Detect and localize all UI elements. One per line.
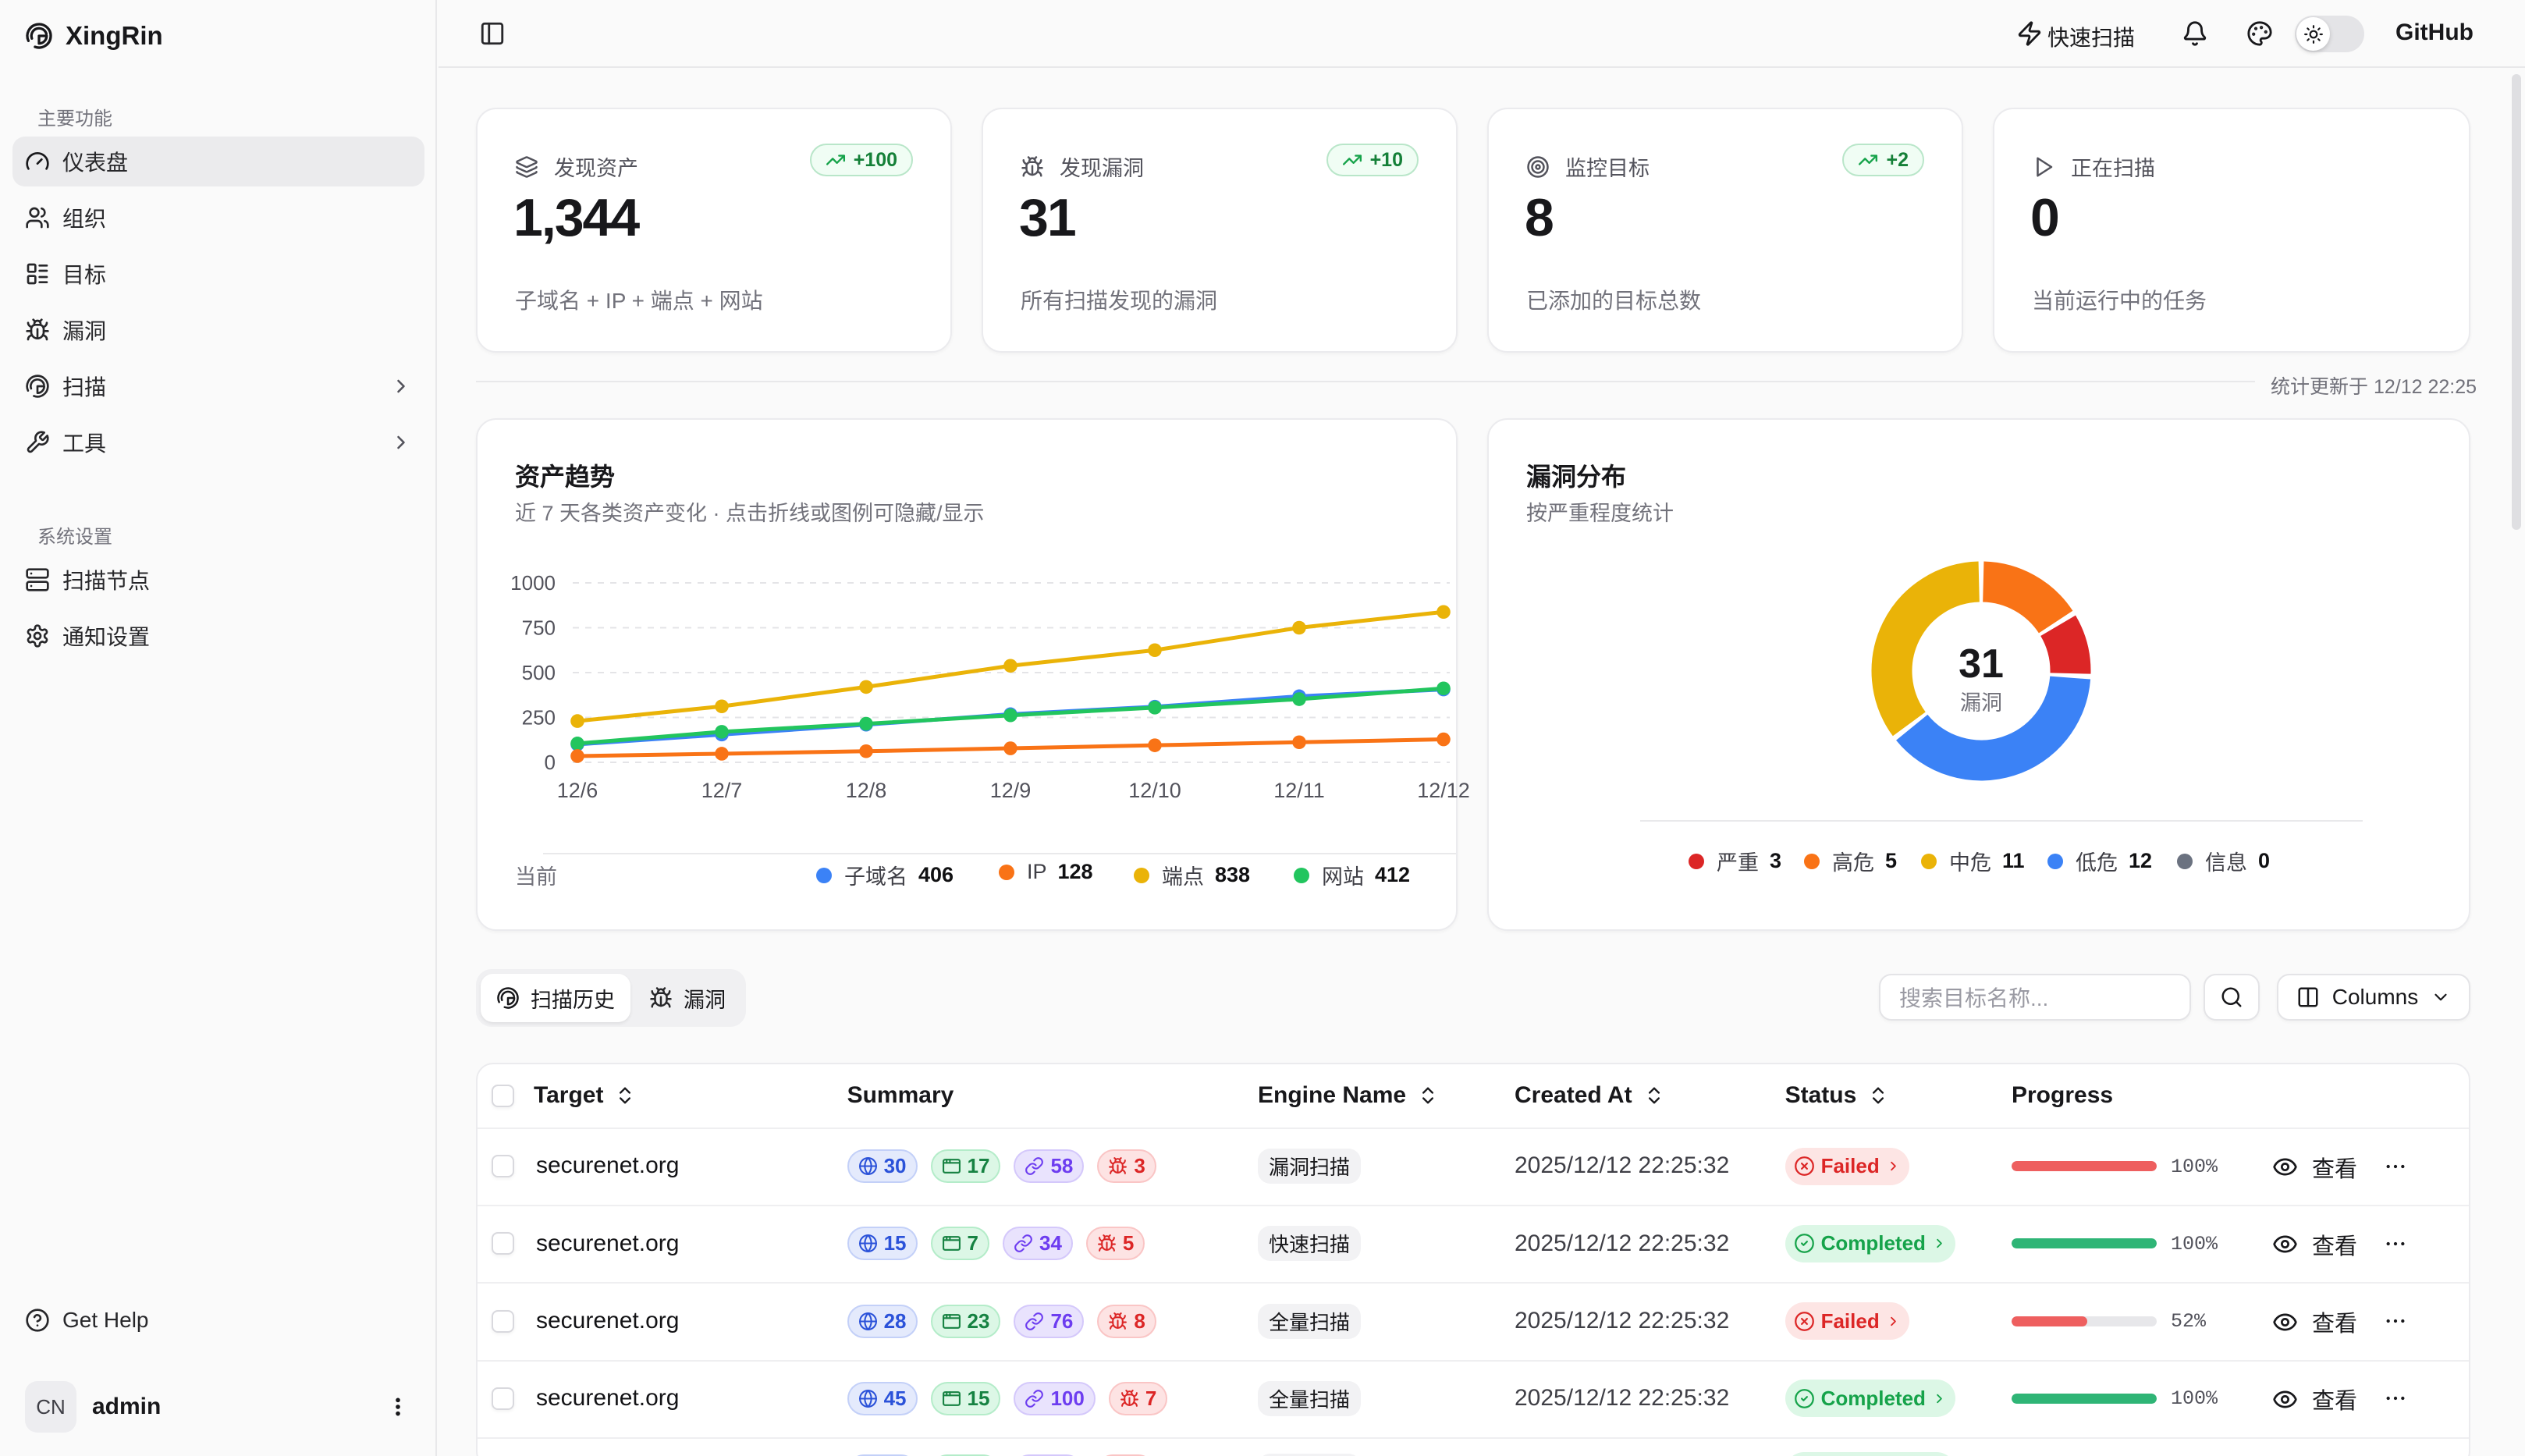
svg-text:12/8: 12/8 [846, 779, 887, 802]
svg-text:750: 750 [522, 616, 556, 640]
svg-text:1000: 1000 [510, 571, 556, 595]
svg-text:12/11: 12/11 [1273, 779, 1325, 802]
svg-text:500: 500 [522, 661, 556, 684]
svg-text:250: 250 [522, 706, 556, 730]
svg-text:12/12: 12/12 [1417, 779, 1470, 802]
svg-text:12/6: 12/6 [557, 779, 598, 802]
svg-text:0: 0 [545, 751, 556, 774]
svg-text:12/7: 12/7 [701, 779, 743, 802]
svg-text:12/9: 12/9 [990, 779, 1032, 802]
svg-text:31: 31 [1959, 641, 2004, 687]
svg-text:12/10: 12/10 [1128, 779, 1181, 802]
svg-text:漏洞: 漏洞 [1960, 691, 2002, 715]
